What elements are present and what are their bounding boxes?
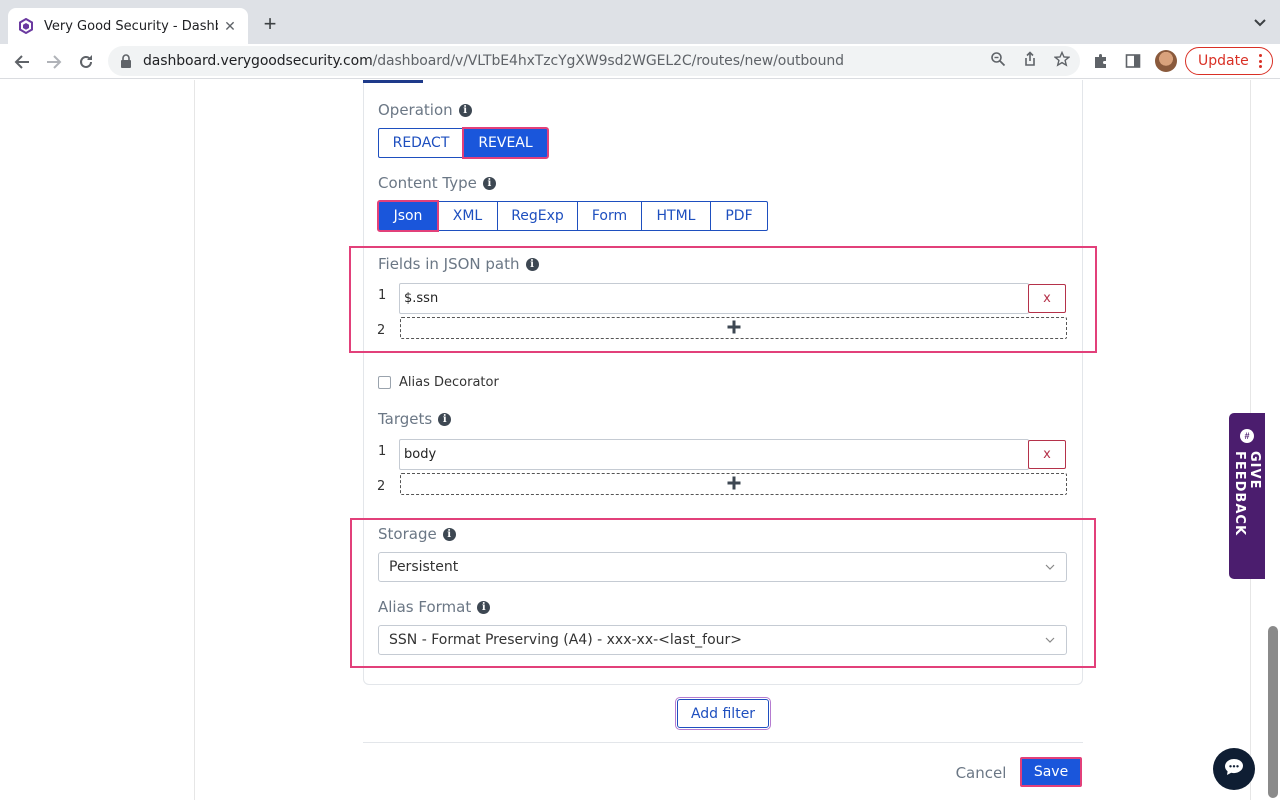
fields-label: Fields in JSON path i	[378, 255, 539, 273]
storage-label-text: Storage	[378, 525, 437, 543]
feedback-hash-icon: #	[1240, 429, 1254, 443]
scrollbar-thumb[interactable]	[1268, 626, 1278, 798]
bookmark-star-icon[interactable]	[1054, 51, 1070, 67]
new-tab-icon[interactable]: +	[258, 12, 282, 36]
storage-select-value: Persistent	[389, 559, 459, 575]
side-panel-icon[interactable]	[1124, 52, 1142, 70]
fields-label-text: Fields in JSON path	[378, 255, 520, 273]
chevron-down-icon	[1044, 634, 1056, 646]
alias-format-select[interactable]: SSN - Format Preserving (A4) - xxx-xx-<l…	[378, 625, 1067, 655]
alias-format-select-value: SSN - Format Preserving (A4) - xxx-xx-<l…	[389, 632, 743, 648]
content-type-option-pdf[interactable]: PDF	[710, 201, 768, 231]
content-type-info-icon[interactable]: i	[482, 176, 496, 190]
operation-segmented-control: REDACT REVEAL	[378, 127, 549, 159]
layout-divider-left	[194, 80, 195, 800]
chat-bubble-icon	[1224, 758, 1244, 781]
fields-remove-button[interactable]: x	[1028, 284, 1066, 313]
fields-info-icon[interactable]: i	[525, 257, 539, 271]
operation-info-icon[interactable]: i	[458, 103, 472, 117]
alias-decorator-checkbox[interactable]	[378, 376, 391, 389]
operation-option-reveal[interactable]: REVEAL	[462, 127, 549, 159]
alias-format-label: Alias Format i	[378, 598, 491, 616]
update-label: Update	[1198, 53, 1249, 69]
tab-title: Very Good Security - Dashboar	[44, 18, 218, 34]
targets-remove-button[interactable]: x	[1028, 440, 1066, 469]
targets-row-number: 1	[378, 444, 387, 459]
targets-label-text: Targets	[378, 410, 433, 428]
content-type-option-html[interactable]: HTML	[641, 201, 711, 231]
fields-row-number: 2	[377, 323, 386, 338]
content-type-option-xml[interactable]: XML	[437, 201, 498, 231]
reload-icon[interactable]	[72, 48, 100, 76]
url-text: dashboard.verygoodsecurity.com/dashboard…	[143, 53, 844, 69]
content-type-label-text: Content Type	[378, 174, 477, 192]
footer-divider	[363, 742, 1083, 743]
chat-button[interactable]	[1213, 748, 1255, 790]
storage-select[interactable]: Persistent	[378, 552, 1067, 582]
browser-tab[interactable]: Very Good Security - Dashboar ✕	[8, 8, 248, 44]
alias-format-label-text: Alias Format	[378, 598, 472, 616]
give-feedback-tab[interactable]: # GIVE FEEDBACK	[1229, 413, 1265, 579]
vgs-logo-icon	[18, 18, 34, 34]
zoom-icon[interactable]	[990, 51, 1006, 67]
add-filter-button[interactable]: Add filter	[675, 697, 771, 730]
plus-icon	[727, 474, 741, 495]
alias-decorator-label: Alias Decorator	[399, 375, 499, 390]
targets-row-number: 2	[377, 479, 386, 494]
targets-input[interactable]: body	[399, 439, 1029, 470]
tab-close-icon[interactable]: ✕	[222, 18, 238, 34]
content-type-option-form[interactable]: Form	[577, 201, 642, 231]
feedback-label: GIVE FEEDBACK	[1232, 450, 1262, 536]
content-type-option-regexp[interactable]: RegExp	[497, 201, 578, 231]
targets-info-icon[interactable]: i	[438, 412, 452, 426]
url-path: /dashboard/v/VLTbE4hxTzcYgXW9sd2WGEL2C/r…	[372, 53, 844, 69]
back-icon[interactable]	[8, 48, 36, 76]
browser-toolbar: dashboard.verygoodsecurity.com/dashboard…	[0, 44, 1280, 79]
targets-add-row-button[interactable]	[400, 473, 1067, 495]
tab-search-icon[interactable]	[1252, 14, 1268, 30]
content-type-segmented-control: Json XML RegExp Form HTML PDF	[377, 200, 768, 232]
share-icon[interactable]	[1022, 51, 1038, 67]
storage-info-icon[interactable]: i	[442, 527, 456, 541]
storage-label: Storage i	[378, 525, 456, 543]
url-host: dashboard.verygoodsecurity.com	[143, 53, 373, 69]
page-scrollbar[interactable]	[1266, 80, 1280, 800]
fields-input[interactable]: $.ssn	[399, 283, 1029, 314]
operation-option-redact[interactable]: REDACT	[378, 128, 464, 158]
more-menu-icon[interactable]	[1259, 54, 1263, 68]
cancel-button[interactable]: Cancel	[952, 762, 1010, 784]
chevron-down-icon	[1044, 561, 1056, 573]
address-bar[interactable]: dashboard.verygoodsecurity.com/dashboard…	[108, 46, 1080, 76]
profile-avatar[interactable]	[1155, 50, 1177, 72]
extensions-icon[interactable]	[1092, 52, 1110, 70]
lock-icon	[120, 54, 134, 68]
content-type-label: Content Type i	[378, 174, 496, 192]
alias-format-info-icon[interactable]: i	[477, 600, 491, 614]
plus-icon	[727, 318, 741, 339]
active-tab-indicator	[363, 80, 423, 83]
operation-label: Operation i	[378, 101, 472, 119]
page-content: Operation i REDACT REVEAL Content Type i…	[0, 80, 1280, 800]
save-button[interactable]: Save	[1020, 757, 1082, 787]
forward-icon[interactable]	[40, 48, 68, 76]
content-type-option-json[interactable]: Json	[377, 200, 439, 232]
browser-tabstrip: Very Good Security - Dashboar ✕ +	[0, 0, 1280, 44]
fields-add-row-button[interactable]	[400, 317, 1067, 339]
update-button[interactable]: Update	[1185, 47, 1273, 75]
fields-row-number: 1	[378, 288, 387, 303]
targets-label: Targets i	[378, 410, 452, 428]
operation-label-text: Operation	[378, 101, 453, 119]
